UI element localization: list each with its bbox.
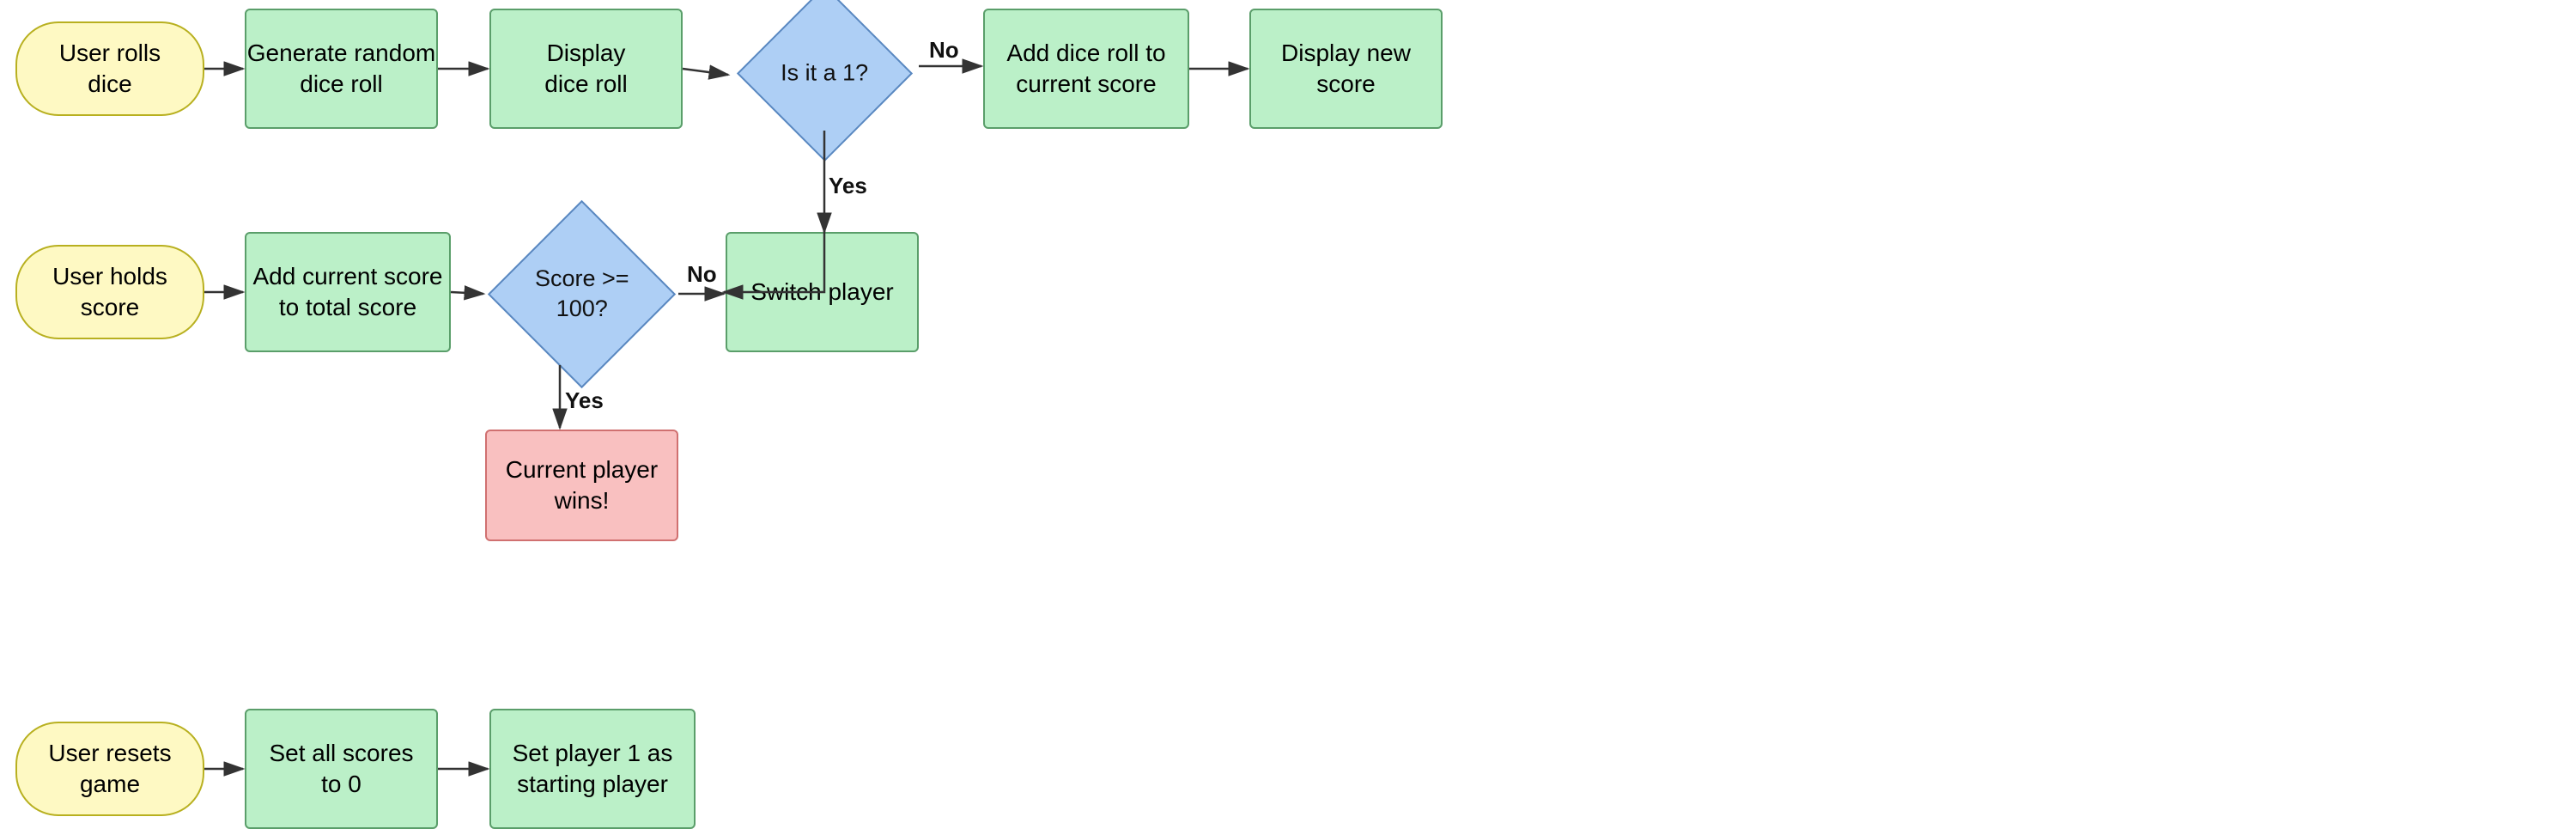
user-rolls-dice-node: User rolls dice [15,21,204,116]
yes-label-row1: Yes [829,173,867,198]
user-resets-game-node: User resets game [15,722,204,816]
yes-label-row2: Yes [565,387,604,413]
generate-random-node: Generate random dice roll [245,9,438,129]
display-dice-roll-node: Display dice roll [489,9,683,129]
no-label-row2: No [687,261,717,287]
no-label-row1: No [929,37,959,63]
display-new-score-node: Display new score [1249,9,1443,129]
current-player-wins-node: Current player wins! [485,430,678,541]
add-dice-to-current-node: Add dice roll to current score [983,9,1189,129]
is-it-1-diamond-wrap: Is it a 1? [730,4,919,142]
score-gte-100-label: Score >= 100? [517,264,647,324]
flowchart: User rolls dice Generate random dice rol… [0,0,2576,835]
set-player1-starting-node: Set player 1 as starting player [489,709,696,829]
score-gte-100-diamond-wrap: Score >= 100? [485,223,678,365]
switch-player-node: Switch player [726,232,919,352]
user-holds-score-node: User holds score [15,245,204,339]
is-it-1-label: Is it a 1? [781,58,868,88]
set-all-scores-0-node: Set all scores to 0 [245,709,438,829]
add-current-to-total-node: Add current score to total score [245,232,451,352]
